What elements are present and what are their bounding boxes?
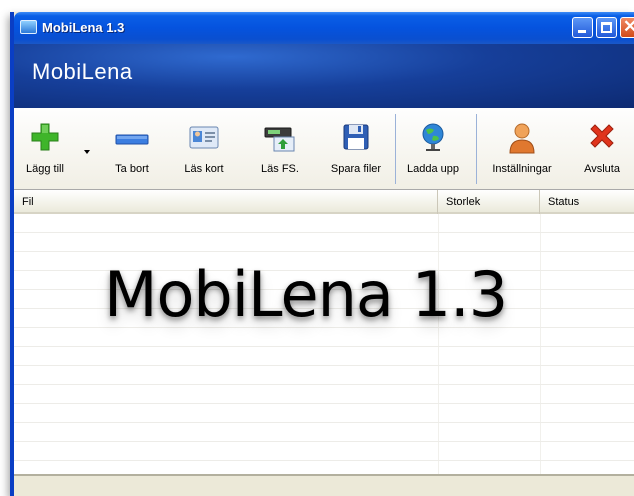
status-bar bbox=[14, 474, 634, 496]
column-header-size[interactable]: Storlek bbox=[438, 190, 540, 214]
exit-button-label: Avsluta bbox=[584, 163, 620, 175]
exit-x-icon bbox=[590, 124, 614, 148]
add-button[interactable]: Lägg till bbox=[16, 114, 74, 184]
table-row[interactable] bbox=[14, 385, 634, 404]
globe-upload-icon bbox=[422, 123, 444, 151]
save-files-button[interactable]: Spara filer bbox=[324, 114, 388, 184]
minimize-button[interactable] bbox=[572, 17, 593, 38]
add-icon bbox=[31, 123, 59, 151]
table-row[interactable] bbox=[14, 442, 634, 461]
add-button-label: Lägg till bbox=[26, 163, 64, 175]
read-fs-button[interactable]: Läs FS. bbox=[250, 114, 310, 184]
minimize-icon bbox=[578, 30, 586, 33]
window-title: MobiLena 1.3 bbox=[42, 20, 125, 35]
title-bar[interactable]: MobiLena 1.3 ✕ bbox=[14, 12, 634, 44]
user-settings-icon bbox=[509, 123, 535, 154]
table-row[interactable] bbox=[14, 366, 634, 385]
table-row[interactable] bbox=[14, 214, 634, 233]
id-card-icon bbox=[189, 126, 219, 149]
exit-button[interactable]: Avsluta bbox=[570, 114, 634, 184]
read-card-button-label: Läs kort bbox=[184, 163, 224, 175]
maximize-button[interactable] bbox=[596, 17, 617, 38]
app-window: MobiLena 1.3 ✕ MobiLena Lägg till bbox=[10, 12, 634, 496]
settings-button[interactable]: Inställningar bbox=[482, 114, 562, 184]
banner-title: MobiLena bbox=[32, 59, 133, 84]
file-list-header: Fil Storlek Status bbox=[14, 190, 634, 214]
app-banner: MobiLena bbox=[14, 44, 634, 108]
file-list[interactable]: Fil Storlek Status MobiLena 1.3 bbox=[14, 190, 634, 480]
device-icon bbox=[264, 127, 295, 152]
app-icon bbox=[20, 20, 37, 34]
close-button[interactable]: ✕ bbox=[620, 17, 634, 38]
remove-icon bbox=[115, 134, 149, 145]
read-fs-button-label: Läs FS. bbox=[261, 163, 299, 175]
settings-button-label: Inställningar bbox=[492, 163, 552, 175]
upload-button-label: Ladda upp bbox=[407, 163, 459, 175]
table-row[interactable] bbox=[14, 233, 634, 252]
overlay-title: MobiLena 1.3 bbox=[104, 258, 508, 331]
column-header-file[interactable]: Fil bbox=[14, 190, 438, 214]
maximize-icon bbox=[601, 22, 612, 33]
remove-button[interactable]: Ta bort bbox=[102, 114, 162, 184]
save-files-button-label: Spara filer bbox=[330, 163, 382, 175]
close-icon: ✕ bbox=[623, 17, 634, 37]
table-row[interactable] bbox=[14, 423, 634, 442]
column-header-status[interactable]: Status bbox=[540, 190, 634, 214]
toolbar-separator bbox=[476, 114, 477, 184]
floppy-disk-icon bbox=[343, 124, 369, 150]
toolbar-separator bbox=[395, 114, 396, 184]
read-card-button[interactable]: Läs kort bbox=[174, 114, 234, 184]
table-row[interactable] bbox=[14, 347, 634, 366]
table-row[interactable] bbox=[14, 404, 634, 423]
toolbar: Lägg till Ta bort Läs kort Läs FS. Spara… bbox=[14, 108, 634, 190]
remove-button-label: Ta bort bbox=[115, 163, 149, 175]
upload-button[interactable]: Ladda upp bbox=[402, 114, 464, 184]
add-dropdown-arrow-icon[interactable] bbox=[84, 150, 90, 154]
